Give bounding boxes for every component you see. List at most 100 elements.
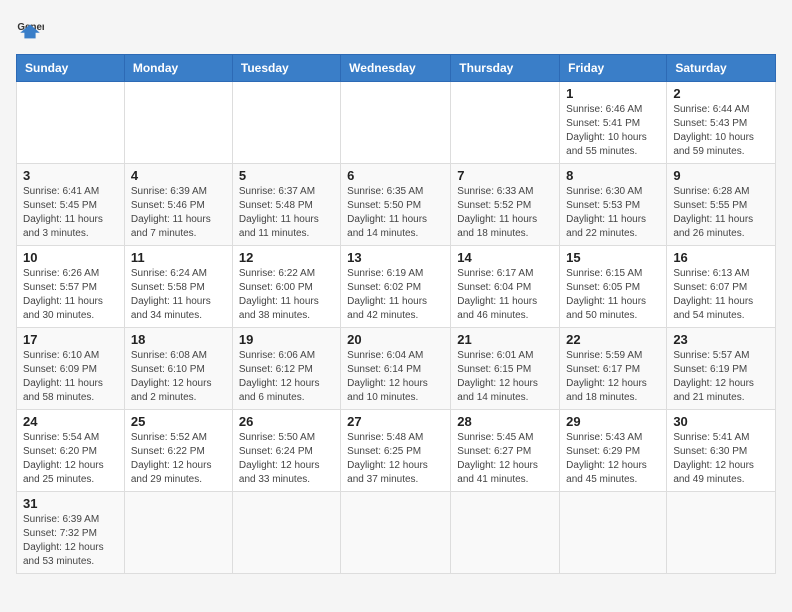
day-cell: 28 Sunrise: 5:45 AM Sunset: 6:27 PM Dayli… bbox=[451, 410, 560, 492]
day-cell: 7Sunrise: 6:33 AM Sunset: 5:52 PM Daylig… bbox=[451, 164, 560, 246]
week-row-3: 10 Sunrise: 6:26 AM Sunset: 5:57 PM Dayli… bbox=[17, 246, 776, 328]
day-number: 10 bbox=[23, 250, 118, 265]
day-cell: 9 Sunrise: 6:28 AM Sunset: 5:55 PM Daylig… bbox=[667, 164, 776, 246]
header: General bbox=[16, 16, 776, 44]
day-cell: 14 Sunrise: 6:17 AM Sunset: 6:04 PM Dayli… bbox=[451, 246, 560, 328]
day-number: 14 bbox=[457, 250, 553, 265]
day-cell bbox=[232, 82, 340, 164]
week-row-5: 24 Sunrise: 5:54 AM Sunset: 6:20 PM Dayli… bbox=[17, 410, 776, 492]
day-cell: 11 Sunrise: 6:24 AM Sunset: 5:58 PM Dayli… bbox=[124, 246, 232, 328]
day-info: Sunrise: 6:44 AM Sunset: 5:43 PM Dayligh… bbox=[673, 103, 769, 159]
day-info: Sunrise: 6:06 AM Sunset: 6:12 PM Dayligh… bbox=[239, 349, 334, 405]
day-number: 27 bbox=[347, 414, 444, 429]
calendar: SundayMondayTuesdayWednesdayThursdayFrid… bbox=[16, 54, 776, 574]
week-row-1: 1 Sunrise: 6:46 AM Sunset: 5:41 PM Daylig… bbox=[17, 82, 776, 164]
day-info: Sunrise: 6:28 AM Sunset: 5:55 PM Dayligh… bbox=[673, 185, 769, 241]
day-info: Sunrise: 6:39 AM Sunset: 7:32 PM Dayligh… bbox=[23, 513, 118, 569]
day-cell: 12Sunrise: 6:22 AM Sunset: 6:00 PM Dayli… bbox=[232, 246, 340, 328]
weekday-header-wednesday: Wednesday bbox=[341, 55, 451, 82]
day-number: 24 bbox=[23, 414, 118, 429]
day-cell: 17Sunrise: 6:10 AM Sunset: 6:09 PM Dayli… bbox=[17, 328, 125, 410]
day-number: 5 bbox=[239, 168, 334, 183]
day-cell bbox=[667, 492, 776, 574]
day-number: 8 bbox=[566, 168, 660, 183]
day-info: Sunrise: 5:52 AM Sunset: 6:22 PM Dayligh… bbox=[131, 431, 226, 487]
day-cell: 18 Sunrise: 6:08 AM Sunset: 6:10 PM Dayli… bbox=[124, 328, 232, 410]
day-cell: 22Sunrise: 5:59 AM Sunset: 6:17 PM Dayli… bbox=[560, 328, 667, 410]
day-cell: 6 Sunrise: 6:35 AM Sunset: 5:50 PM Daylig… bbox=[341, 164, 451, 246]
weekday-header-friday: Friday bbox=[560, 55, 667, 82]
day-info: Sunrise: 6:08 AM Sunset: 6:10 PM Dayligh… bbox=[131, 349, 226, 405]
day-number: 19 bbox=[239, 332, 334, 347]
day-cell bbox=[341, 492, 451, 574]
day-cell: 10 Sunrise: 6:26 AM Sunset: 5:57 PM Dayli… bbox=[17, 246, 125, 328]
day-cell: 27Sunrise: 5:48 AM Sunset: 6:25 PM Dayli… bbox=[341, 410, 451, 492]
day-cell: 15Sunrise: 6:15 AM Sunset: 6:05 PM Dayli… bbox=[560, 246, 667, 328]
day-cell bbox=[451, 82, 560, 164]
day-info: Sunrise: 6:17 AM Sunset: 6:04 PM Dayligh… bbox=[457, 267, 553, 323]
day-info: Sunrise: 6:26 AM Sunset: 5:57 PM Dayligh… bbox=[23, 267, 118, 323]
day-number: 23 bbox=[673, 332, 769, 347]
day-info: Sunrise: 6:13 AM Sunset: 6:07 PM Dayligh… bbox=[673, 267, 769, 323]
day-number: 29 bbox=[566, 414, 660, 429]
day-number: 21 bbox=[457, 332, 553, 347]
day-number: 26 bbox=[239, 414, 334, 429]
day-info: Sunrise: 6:41 AM Sunset: 5:45 PM Dayligh… bbox=[23, 185, 118, 241]
week-row-4: 17Sunrise: 6:10 AM Sunset: 6:09 PM Dayli… bbox=[17, 328, 776, 410]
day-cell: 30Sunrise: 5:41 AM Sunset: 6:30 PM Dayli… bbox=[667, 410, 776, 492]
day-cell: 13Sunrise: 6:19 AM Sunset: 6:02 PM Dayli… bbox=[341, 246, 451, 328]
day-number: 16 bbox=[673, 250, 769, 265]
day-cell bbox=[451, 492, 560, 574]
day-info: Sunrise: 6:30 AM Sunset: 5:53 PM Dayligh… bbox=[566, 185, 660, 241]
day-cell bbox=[17, 82, 125, 164]
day-number: 30 bbox=[673, 414, 769, 429]
day-info: Sunrise: 6:46 AM Sunset: 5:41 PM Dayligh… bbox=[566, 103, 660, 159]
logo: General bbox=[16, 16, 48, 44]
day-cell: 16 Sunrise: 6:13 AM Sunset: 6:07 PM Dayli… bbox=[667, 246, 776, 328]
day-cell bbox=[232, 492, 340, 574]
day-info: Sunrise: 5:45 AM Sunset: 6:27 PM Dayligh… bbox=[457, 431, 553, 487]
day-number: 6 bbox=[347, 168, 444, 183]
day-cell: 20 Sunrise: 6:04 AM Sunset: 6:14 PM Dayli… bbox=[341, 328, 451, 410]
day-cell bbox=[341, 82, 451, 164]
weekday-header-sunday: Sunday bbox=[17, 55, 125, 82]
day-info: Sunrise: 6:33 AM Sunset: 5:52 PM Dayligh… bbox=[457, 185, 553, 241]
day-cell: 4 Sunrise: 6:39 AM Sunset: 5:46 PM Daylig… bbox=[124, 164, 232, 246]
weekday-header-monday: Monday bbox=[124, 55, 232, 82]
day-cell: 5 Sunrise: 6:37 AM Sunset: 5:48 PM Daylig… bbox=[232, 164, 340, 246]
day-number: 17 bbox=[23, 332, 118, 347]
day-number: 3 bbox=[23, 168, 118, 183]
day-number: 18 bbox=[131, 332, 226, 347]
weekday-header-saturday: Saturday bbox=[667, 55, 776, 82]
day-number: 4 bbox=[131, 168, 226, 183]
day-number: 9 bbox=[673, 168, 769, 183]
day-number: 25 bbox=[131, 414, 226, 429]
day-cell: 3 Sunrise: 6:41 AM Sunset: 5:45 PM Daylig… bbox=[17, 164, 125, 246]
day-info: Sunrise: 5:43 AM Sunset: 6:29 PM Dayligh… bbox=[566, 431, 660, 487]
day-info: Sunrise: 6:35 AM Sunset: 5:50 PM Dayligh… bbox=[347, 185, 444, 241]
day-info: Sunrise: 6:24 AM Sunset: 5:58 PM Dayligh… bbox=[131, 267, 226, 323]
day-cell: 25 Sunrise: 5:52 AM Sunset: 6:22 PM Dayli… bbox=[124, 410, 232, 492]
day-number: 11 bbox=[131, 250, 226, 265]
weekday-header-thursday: Thursday bbox=[451, 55, 560, 82]
day-info: Sunrise: 6:01 AM Sunset: 6:15 PM Dayligh… bbox=[457, 349, 553, 405]
day-info: Sunrise: 5:54 AM Sunset: 6:20 PM Dayligh… bbox=[23, 431, 118, 487]
day-cell bbox=[124, 82, 232, 164]
day-number: 1 bbox=[566, 86, 660, 101]
day-cell: 21 Sunrise: 6:01 AM Sunset: 6:15 PM Dayli… bbox=[451, 328, 560, 410]
day-cell: 8 Sunrise: 6:30 AM Sunset: 5:53 PM Daylig… bbox=[560, 164, 667, 246]
day-cell: 24 Sunrise: 5:54 AM Sunset: 6:20 PM Dayli… bbox=[17, 410, 125, 492]
day-number: 15 bbox=[566, 250, 660, 265]
day-info: Sunrise: 5:50 AM Sunset: 6:24 PM Dayligh… bbox=[239, 431, 334, 487]
day-info: Sunrise: 5:57 AM Sunset: 6:19 PM Dayligh… bbox=[673, 349, 769, 405]
day-number: 20 bbox=[347, 332, 444, 347]
week-row-6: 31Sunrise: 6:39 AM Sunset: 7:32 PM Dayli… bbox=[17, 492, 776, 574]
day-number: 12 bbox=[239, 250, 334, 265]
day-info: Sunrise: 6:04 AM Sunset: 6:14 PM Dayligh… bbox=[347, 349, 444, 405]
weekday-header-tuesday: Tuesday bbox=[232, 55, 340, 82]
day-info: Sunrise: 6:37 AM Sunset: 5:48 PM Dayligh… bbox=[239, 185, 334, 241]
day-cell: 26 Sunrise: 5:50 AM Sunset: 6:24 PM Dayli… bbox=[232, 410, 340, 492]
day-cell bbox=[560, 492, 667, 574]
day-info: Sunrise: 6:39 AM Sunset: 5:46 PM Dayligh… bbox=[131, 185, 226, 241]
day-number: 28 bbox=[457, 414, 553, 429]
